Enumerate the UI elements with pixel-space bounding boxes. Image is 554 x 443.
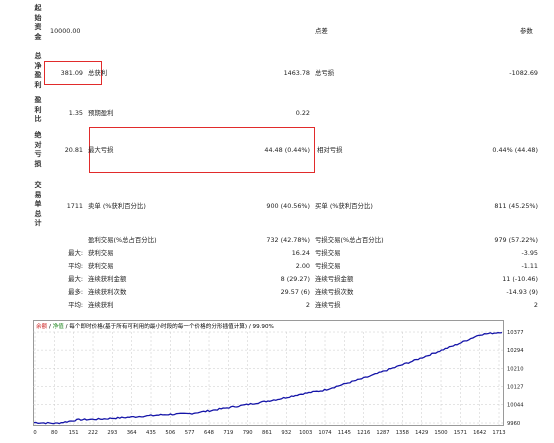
stat-value-2: 2 [533,301,538,309]
x-tick-label: 1500 [434,430,447,436]
chart-caption: 余额 / 净值 / 每个即时价格(基于所有可利用的最小时段的每一个价格的分形插值… [36,322,274,330]
total-trades-value: 1711 [66,202,83,210]
long-positions-value: 811 (45.25%) [494,202,538,210]
y-tick-label: 10377 [507,330,524,336]
stat-value-2: -14.93 (9) [506,288,538,296]
stat-label: 连续获利 [88,301,114,309]
stat-label: 盈利交易(%总占百分比) [88,236,157,244]
y-axis-labels: 10377 10294 10210 10127 10044 9960 [507,330,524,427]
stat-label: 获利交易 [88,262,114,270]
x-tick-label: 435 [146,430,156,436]
stat-label-2: 亏损交易(%总占百分比) [315,236,384,244]
stat-value: 2 [305,301,310,309]
x-tick-label: 1287 [376,430,389,436]
x-tick-label: 1003 [299,430,312,436]
stat-prefix: 平均: [68,262,83,270]
stat-label: 连续获利次数 [88,288,127,296]
y-tick-label: 10294 [507,348,524,354]
x-tick-label: 1074 [318,430,332,436]
stat-label: 获利交易 [88,249,114,257]
parameters-header: 参数 [520,27,533,35]
x-tick-label: 932 [281,430,291,436]
chart-svg: 余额 / 净值 / 每个即时价格(基于所有可利用的最小时段的每一个价格的分形插值… [33,320,524,436]
stat-value-2: -1.11 [521,262,538,270]
gross-profit-value: 1463.78 [283,69,310,77]
x-tick-label: 506 [165,430,175,436]
maximal-drawdown-label: 最大亏损 [88,146,114,154]
stat-label-2: 连续亏损金额 [315,275,354,283]
x-tick-label: 719 [223,430,233,436]
x-tick-label: 1358 [396,430,409,436]
stat-label: 连续获利金额 [88,275,127,283]
stat-value: 2.00 [295,262,310,270]
stat-label-2: 连续亏损 [315,301,341,309]
x-tick-label: 1713 [492,430,505,436]
plot-area [33,320,504,426]
stat-prefix: 最大: [68,275,83,283]
vertical-label-total-trades: 交易单总计 [34,181,42,227]
stat-label-2: 连续亏损次数 [315,288,354,296]
expected-payoff-label: 预期盈利 [88,109,114,117]
vertical-label-profit-factor: 盈利比 [34,96,42,123]
spread-header: 点差 [315,27,328,35]
vertical-label-drawdown: 绝对亏损 [34,131,42,168]
x-tick-label: 1571 [454,430,467,436]
caption-balance[interactable]: 余额 [36,322,48,330]
profit-factor-value: 1.35 [68,109,83,117]
gross-profit-label: 总获利 [88,69,108,77]
x-tick-label: 0 [33,430,36,436]
x-tick-label: 80 [51,430,58,436]
relative-drawdown-value: 0.44% (44.48) [492,146,538,154]
expected-payoff-value: 0.22 [295,109,310,117]
stat-value: 8 (29.27) [280,275,310,283]
stat-value: 29.57 (6) [280,288,310,296]
maximal-drawdown-value: 44.48 (0.44%) [264,146,310,154]
long-positions-label: 买单 (%获利百分比) [315,202,373,210]
initial-deposit-value: 10000.00 [50,27,81,35]
x-tick-label: 1216 [357,430,370,436]
gross-loss-value: -1082.69 [509,69,538,77]
stat-value-2: 11 (-10.46) [502,275,538,283]
x-tick-label: 861 [262,430,272,436]
balance-chart: 余额 / 净值 / 每个即时价格(基于所有可利用的最小时段的每一个价格的分形插值… [33,320,553,440]
x-tick-label: 648 [204,430,214,436]
x-tick-label: 1429 [415,430,428,436]
stat-value-2: -3.95 [521,249,538,257]
x-tick-label: 577 [185,430,195,436]
vertical-label-initial-deposit: 起始资金 [34,4,42,41]
stat-prefix: 平均: [68,301,83,309]
x-tick-label: 1145 [338,430,351,436]
stat-value-2: 979 (57.22%) [494,236,538,244]
x-axis-labels: 0 80 151 222 293 364 435 506 577 648 719 790 861 932 1… [33,430,505,436]
short-positions-label: 卖单 (%获利百分比) [88,202,146,210]
vertical-label-net-profit: 总净盈利 [34,52,42,89]
y-tick-label: 10210 [507,366,524,372]
caption-rest: / 每个即时价格(基于所有可利用的最小时段的每一个价格的分形插值计算) / 99… [64,322,274,330]
x-tick-label: 790 [243,430,253,436]
x-tick-label: 364 [127,430,138,436]
gross-loss-label: 总亏损 [315,69,335,77]
x-tick-label: 151 [69,430,79,436]
stat-label-2: 亏损交易 [315,249,341,257]
short-positions-value: 900 (40.56%) [266,202,310,210]
x-tick-label: 222 [88,430,98,436]
stat-value: 732 (42.78%) [266,236,310,244]
y-tick-label: 10127 [507,385,524,391]
relative-drawdown-label: 相对亏损 [317,146,343,154]
caption-equity[interactable]: 净值 [53,322,65,330]
stat-label-2: 亏损交易 [315,262,341,270]
y-tick-label: 9960 [507,421,520,427]
x-tick-label: 1642 [473,430,486,436]
y-tick-label: 10044 [507,403,524,409]
stat-value: 16.24 [291,249,310,257]
net-profit-value: 381.09 [60,69,83,77]
stat-prefix: 最大: [68,249,83,257]
stat-prefix: 最多: [68,288,83,296]
report-window: 起始资金 总净盈利 盈利比 绝对亏损 交易单总计 10000.00 点差 参数 … [0,0,554,443]
absolute-drawdown-value: 20.81 [64,146,83,154]
x-tick-label: 293 [107,430,117,436]
